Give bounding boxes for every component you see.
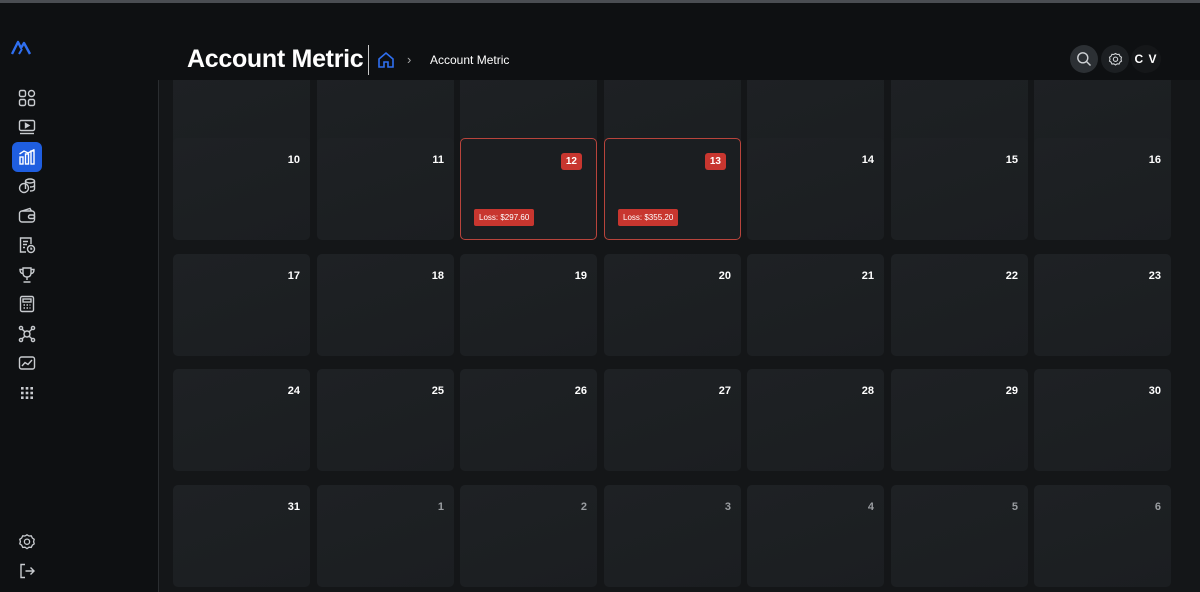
day-number: 4 xyxy=(867,501,874,513)
calendar-day-cell[interactable]: 25 xyxy=(317,369,454,471)
sidebar-item-apps[interactable] xyxy=(12,378,42,408)
day-number: 28 xyxy=(861,385,874,397)
sidebar-item-video[interactable] xyxy=(12,112,42,142)
calendar-day-cell[interactable]: 11 xyxy=(317,138,454,240)
dashboard-grid-icon xyxy=(18,89,36,107)
calendar-day-cell[interactable]: 4 xyxy=(747,485,884,587)
sidebar-item-trophy[interactable] xyxy=(12,260,42,290)
top-header: Account Metric › Account Metric C V xyxy=(56,3,1200,80)
calendar-day-cell[interactable]: 20 xyxy=(604,254,741,356)
settings-button[interactable] xyxy=(1101,45,1129,73)
day-number: 27 xyxy=(718,385,731,397)
chart-card-icon xyxy=(18,356,36,370)
day-number: 10 xyxy=(287,154,300,166)
video-player-icon xyxy=(18,119,36,135)
calendar-day-cell[interactable]: 3 xyxy=(604,485,741,587)
sidebar-item-logout[interactable] xyxy=(12,556,42,586)
calendar-grid: 10 11 12 Loss: $297.60 13 Loss: $355.20 14 15 16… xyxy=(158,80,1200,592)
day-number: 25 xyxy=(431,385,444,397)
loss-badge: Loss: $355.20 xyxy=(618,209,679,226)
calendar-day-cell[interactable]: 24 xyxy=(173,369,310,471)
calculator-icon xyxy=(19,295,35,313)
day-number: 3 xyxy=(724,501,731,513)
brand-logo-icon[interactable] xyxy=(10,37,32,57)
search-button[interactable] xyxy=(1070,45,1098,73)
sidebar-item-network[interactable] xyxy=(12,319,42,349)
day-number: 14 xyxy=(861,154,874,166)
calendar-day-cell[interactable]: 21 xyxy=(747,254,884,356)
day-number: 1 xyxy=(437,501,444,513)
day-number: 26 xyxy=(574,385,587,397)
wallet-icon xyxy=(18,207,36,223)
day-number: 2 xyxy=(580,501,587,513)
home-icon[interactable] xyxy=(377,51,395,69)
title-divider xyxy=(368,45,369,75)
day-number: 15 xyxy=(1005,154,1018,166)
day-number: 11 xyxy=(432,154,444,166)
sidebar-item-account-metric[interactable] xyxy=(12,142,42,172)
calendar-day-cell[interactable]: 17 xyxy=(173,254,310,356)
day-number: 19 xyxy=(574,270,587,282)
calendar-day-cell[interactable]: 30 xyxy=(1034,369,1171,471)
day-number: 23 xyxy=(1148,270,1161,282)
calendar-day-cell[interactable]: 26 xyxy=(460,369,597,471)
day-number: 29 xyxy=(1005,385,1018,397)
breadcrumb-separator: › xyxy=(407,52,412,67)
calendar-day-cell[interactable]: 13 Loss: $355.20 xyxy=(604,138,741,240)
sidebar-item-dashboard[interactable] xyxy=(12,83,42,113)
calendar-day-cell[interactable]: 23 xyxy=(1034,254,1171,356)
day-number: 20 xyxy=(718,270,731,282)
day-number: 17 xyxy=(287,270,300,282)
day-number: 30 xyxy=(1148,385,1161,397)
sidebar-item-chart-card[interactable] xyxy=(12,348,42,378)
day-number: 13 xyxy=(704,153,726,170)
sidebar-item-coins[interactable] xyxy=(12,171,42,201)
loss-badge: Loss: $297.60 xyxy=(474,209,535,226)
sidebar xyxy=(0,3,56,592)
calendar-day-cell[interactable]: 29 xyxy=(891,369,1028,471)
day-number: 24 xyxy=(287,385,300,397)
calendar-day-cell[interactable]: 22 xyxy=(891,254,1028,356)
user-avatar[interactable]: C V xyxy=(1131,45,1161,73)
day-number: 18 xyxy=(431,270,444,282)
day-number: 12 xyxy=(560,153,582,170)
sidebar-item-calculator[interactable] xyxy=(12,289,42,319)
calendar-day-cell[interactable]: 2 xyxy=(460,485,597,587)
day-number: 16 xyxy=(1148,154,1161,166)
page-title: Account Metric xyxy=(187,45,364,73)
calendar-day-cell[interactable]: 18 xyxy=(317,254,454,356)
day-number: 6 xyxy=(1154,501,1161,513)
breadcrumb-current[interactable]: Account Metric xyxy=(430,53,509,67)
gear-icon xyxy=(1108,52,1122,66)
sidebar-item-settings[interactable] xyxy=(12,527,42,557)
network-icon xyxy=(18,325,36,343)
logout-icon xyxy=(20,563,35,579)
coins-icon xyxy=(18,178,36,194)
calendar-day-cell[interactable]: 15 xyxy=(891,138,1028,240)
sidebar-item-wallet[interactable] xyxy=(12,201,42,231)
apps-grid-icon xyxy=(21,387,33,399)
day-number: 31 xyxy=(287,501,300,513)
calendar-day-cell[interactable]: 28 xyxy=(747,369,884,471)
report-clock-icon xyxy=(19,237,36,254)
account-metric-icon xyxy=(19,148,35,165)
calendar-day-cell[interactable]: 27 xyxy=(604,369,741,471)
calendar-day-cell[interactable]: 12 Loss: $297.60 xyxy=(460,138,597,240)
day-number: 21 xyxy=(861,270,874,282)
calendar-day-cell[interactable]: 16 xyxy=(1034,138,1171,240)
calendar-day-cell[interactable]: 31 xyxy=(173,485,310,587)
search-icon xyxy=(1077,52,1091,66)
calendar-day-cell[interactable]: 6 xyxy=(1034,485,1171,587)
calendar-day-cell[interactable]: 10 xyxy=(173,138,310,240)
calendar-day-cell[interactable]: 5 xyxy=(891,485,1028,587)
calendar-day-cell[interactable]: 14 xyxy=(747,138,884,240)
sidebar-item-reports[interactable] xyxy=(12,230,42,260)
trophy-icon xyxy=(19,267,35,283)
settings-icon xyxy=(19,534,35,550)
calendar-day-cell[interactable]: 1 xyxy=(317,485,454,587)
day-number: 5 xyxy=(1011,501,1018,513)
calendar-day-cell[interactable]: 19 xyxy=(460,254,597,356)
day-number: 22 xyxy=(1005,270,1018,282)
